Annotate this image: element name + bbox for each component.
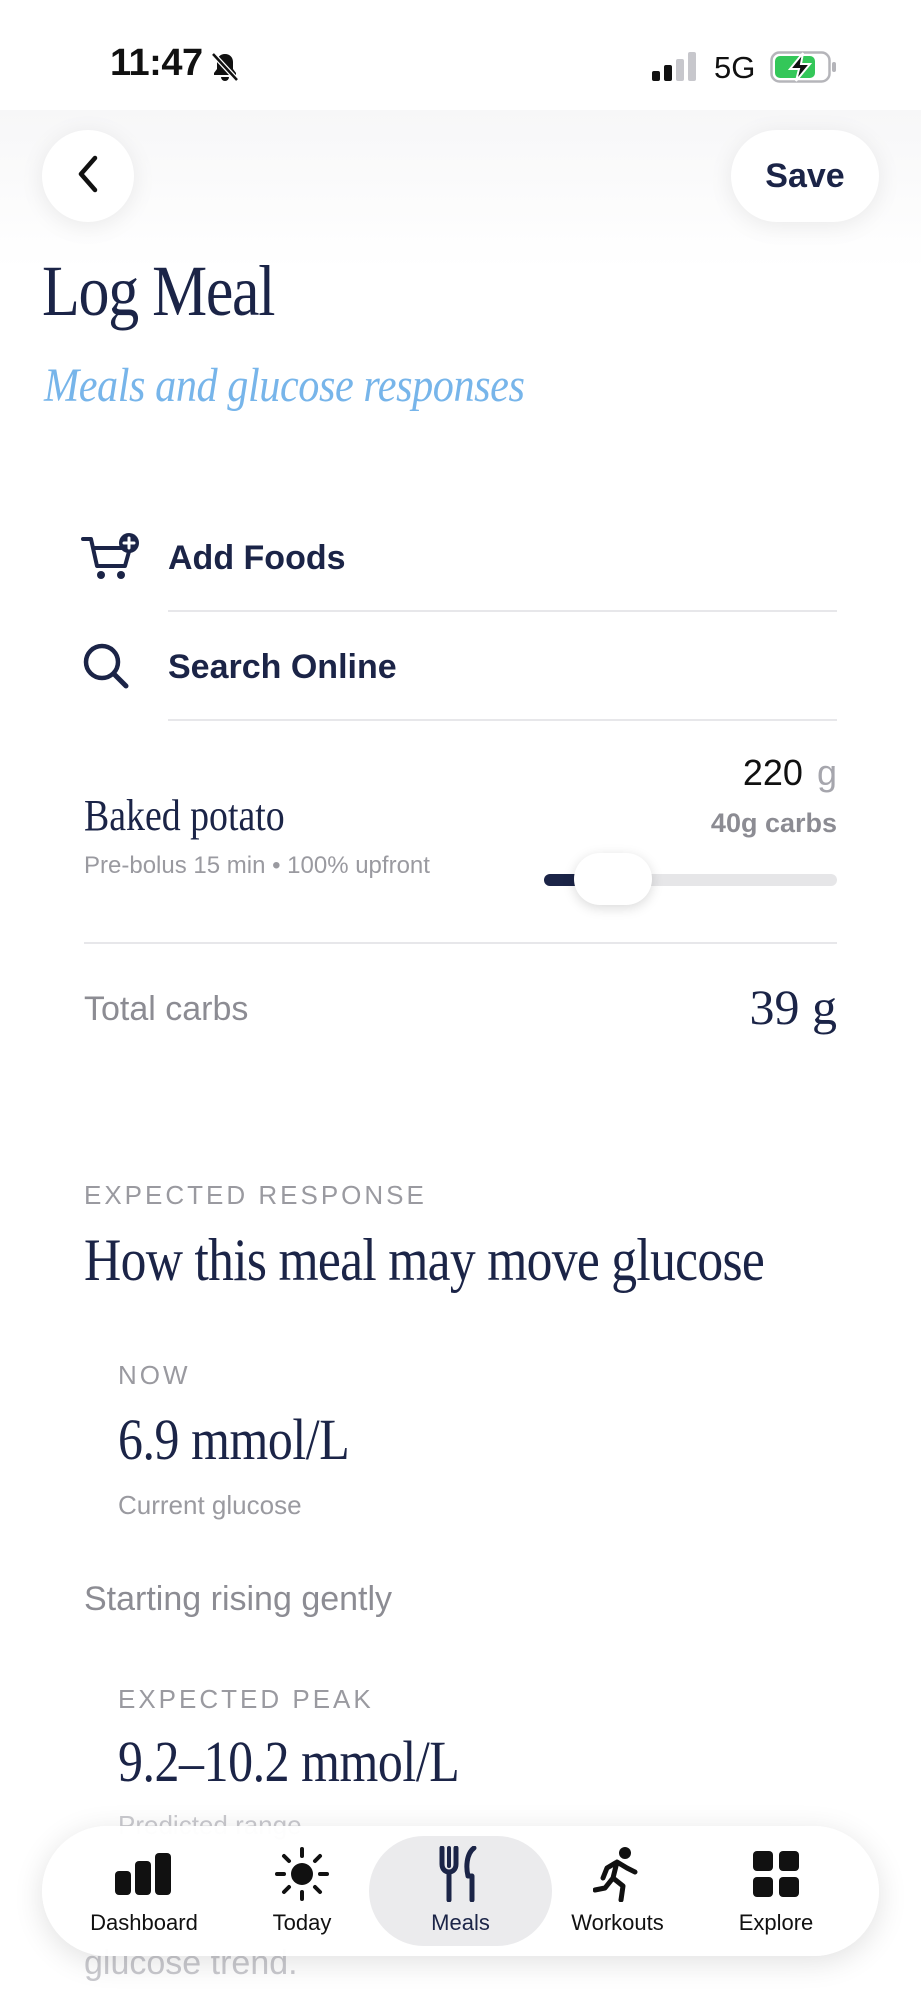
divider <box>168 719 837 721</box>
chevron-left-icon <box>71 154 105 199</box>
tab-label: Dashboard <box>90 1910 198 1935</box>
total-carbs-label: Total carbs <box>84 990 249 1028</box>
tab-explore[interactable]: Explore <box>706 1836 846 1946</box>
divider <box>168 610 837 612</box>
divider <box>84 942 837 944</box>
now-kicker: NOW <box>118 1360 191 1390</box>
section-heading: How this meal may move glucose <box>84 1227 765 1293</box>
peak-kicker: EXPECTED PEAK <box>118 1684 374 1714</box>
tab-label: Workouts <box>571 1910 664 1935</box>
add-foods-button[interactable]: Add Foods <box>80 504 837 612</box>
sun-icon <box>271 1846 333 1902</box>
quantity-slider-thumb[interactable] <box>573 853 652 905</box>
tab-today[interactable]: Today <box>236 1836 368 1946</box>
response-status: Starting rising gently <box>84 1580 393 1618</box>
tab-label: Meals <box>431 1910 490 1935</box>
now-caption: Current glucose <box>118 1490 302 1520</box>
status-time: 11:47 <box>110 42 203 84</box>
section-kicker: EXPECTED RESPONSE <box>84 1180 427 1210</box>
search-online-button[interactable]: Search Online <box>80 613 837 721</box>
tab-workouts[interactable]: Workouts <box>555 1836 680 1946</box>
add-foods-label: Add Foods <box>168 538 346 577</box>
running-icon <box>587 1846 649 1902</box>
save-button[interactable]: Save <box>731 130 879 222</box>
cart-plus-icon <box>80 528 150 588</box>
back-button[interactable] <box>42 130 134 222</box>
food-quantity-value[interactable]: 220 <box>743 752 803 793</box>
grid-icon <box>745 1846 807 1902</box>
food-quantity[interactable]: 220 g <box>743 752 837 794</box>
battery-charging-icon <box>770 50 838 84</box>
network-type: 5G <box>714 50 756 85</box>
search-icon <box>80 637 150 697</box>
peak-value: 9.2–10.2 mmol/L <box>118 1729 460 1794</box>
bar-chart-icon <box>113 1846 175 1902</box>
food-name: Baked potato <box>84 791 285 840</box>
food-carbs: 40g carbs <box>710 808 837 838</box>
tab-label: Today <box>272 1910 332 1935</box>
bell-slash-icon <box>208 50 242 84</box>
now-value: 6.9 mmol/L <box>118 1407 350 1472</box>
food-quantity-unit: g <box>816 752 837 793</box>
food-meta: Pre-bolus 15 min • 100% upfront <box>84 852 430 879</box>
page-subtitle: Meals and glucose responses <box>44 359 525 412</box>
tab-label: Explore <box>738 1910 814 1935</box>
tab-meals[interactable]: Meals <box>369 1836 552 1946</box>
tab-dashboard[interactable]: Dashboard <box>60 1836 228 1946</box>
signal-icon <box>652 52 702 82</box>
total-carbs-value: 39 g <box>749 979 838 1035</box>
fork-knife-icon <box>430 1846 492 1902</box>
page-title: Log Meal <box>42 251 275 331</box>
search-online-label: Search Online <box>168 647 397 686</box>
